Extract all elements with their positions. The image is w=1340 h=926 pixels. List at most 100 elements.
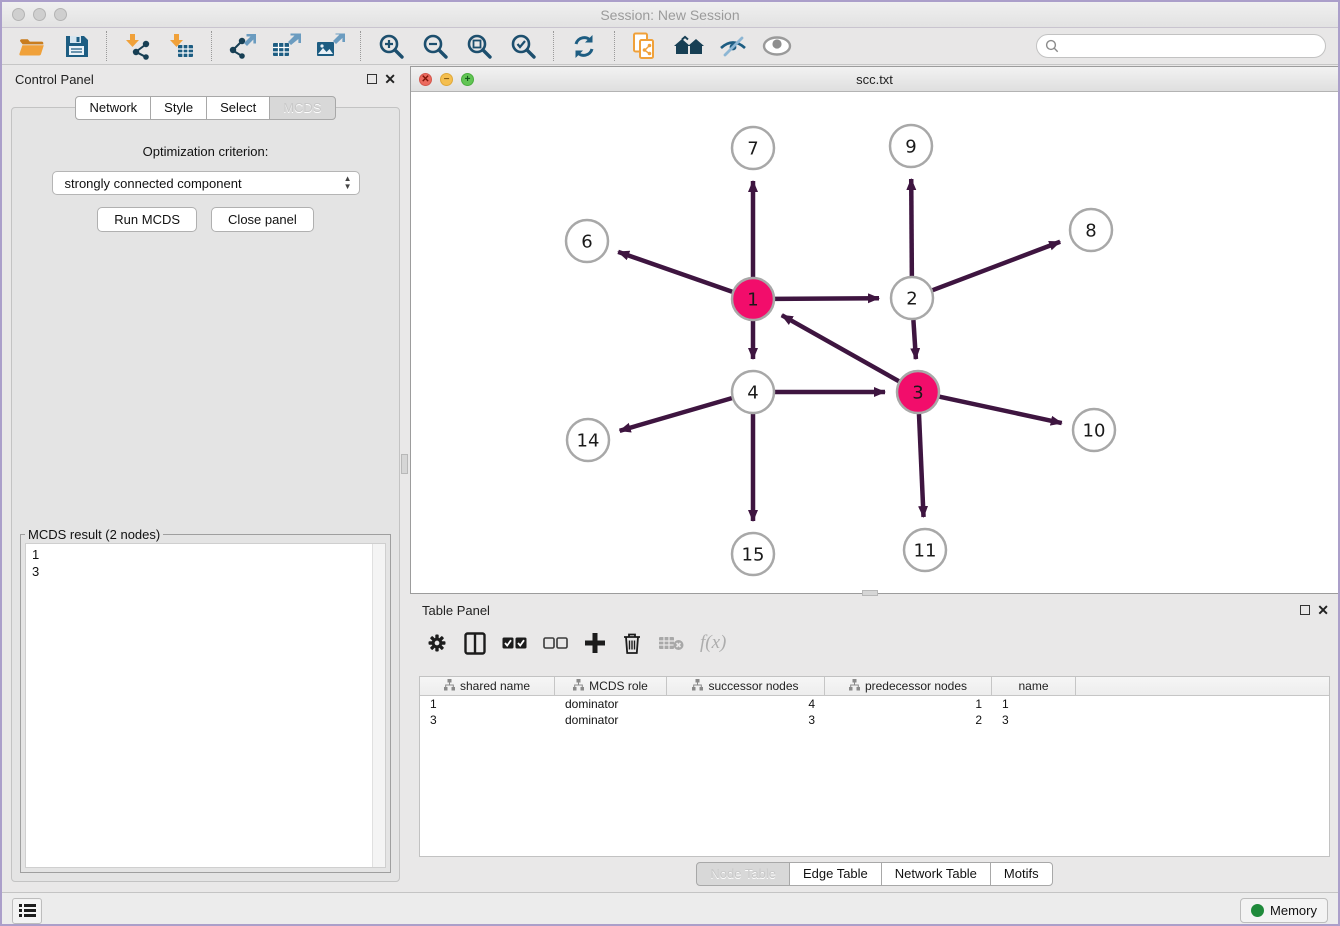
- select-all-columns-icon[interactable]: [502, 637, 527, 649]
- first-neighbors-icon[interactable]: [672, 31, 706, 61]
- close-table-panel-icon[interactable]: ✕: [1317, 605, 1329, 615]
- hierarchy-icon: [692, 679, 703, 694]
- app-window: Session: New Session: [0, 0, 1340, 926]
- export-table-icon[interactable]: [269, 31, 303, 61]
- search-field[interactable]: [1036, 34, 1326, 58]
- edge-3-1[interactable]: [782, 315, 899, 381]
- control-panel-tabs: NetworkStyleSelectMCDS: [5, 96, 406, 120]
- optimization-criterion-label: Optimization criterion:: [12, 144, 399, 159]
- close-panel-icon[interactable]: ✕: [384, 74, 396, 84]
- hide-selected-icon[interactable]: [716, 31, 750, 61]
- network-canvas[interactable]: 7968124314101511: [411, 92, 1338, 593]
- zoom-fit-icon[interactable]: [462, 31, 496, 61]
- export-image-icon[interactable]: [313, 31, 347, 61]
- split-pane-icon[interactable]: [464, 632, 486, 655]
- node-label-11: 11: [914, 540, 937, 561]
- run-mcds-button[interactable]: Run MCDS: [97, 207, 197, 232]
- app-titlebar: Session: New Session: [2, 2, 1338, 28]
- edge-3-11[interactable]: [919, 414, 924, 517]
- horizontal-splitter-handle[interactable]: [862, 590, 878, 596]
- tab-node-table[interactable]: Node Table: [696, 862, 790, 886]
- import-network-icon[interactable]: [120, 31, 154, 61]
- task-history-button[interactable]: [12, 898, 42, 924]
- node-label-15: 15: [742, 544, 765, 565]
- import-table-icon[interactable]: [164, 31, 198, 61]
- control-panel: Control Panel ✕ NetworkStyleSelectMCDS O…: [5, 66, 406, 886]
- node-label-3: 3: [912, 382, 923, 403]
- vertical-splitter-handle[interactable]: [401, 454, 408, 474]
- tab-mcds[interactable]: MCDS: [269, 96, 335, 120]
- memory-button[interactable]: Memory: [1240, 898, 1328, 923]
- cell-MCDS-role[interactable]: dominator: [555, 697, 667, 711]
- cell-successor-nodes[interactable]: 4: [667, 697, 825, 711]
- close-panel-button[interactable]: Close panel: [211, 207, 314, 232]
- edge-4-14[interactable]: [620, 398, 732, 431]
- search-input[interactable]: [1059, 36, 1325, 56]
- unselect-all-columns-icon[interactable]: [543, 637, 568, 649]
- float-table-panel-icon[interactable]: [1300, 605, 1310, 615]
- cell-shared-name[interactable]: 1: [420, 697, 555, 711]
- cell-successor-nodes[interactable]: 3: [667, 713, 825, 727]
- tab-select[interactable]: Select: [206, 96, 270, 120]
- cell-predecessor-nodes[interactable]: 1: [825, 697, 992, 711]
- result-scrollbar[interactable]: [372, 544, 385, 867]
- node-label-8: 8: [1085, 220, 1096, 241]
- function-builder-icon[interactable]: f(x): [700, 632, 726, 654]
- list-icon: [19, 903, 36, 918]
- column-settings-gear-icon[interactable]: [426, 632, 448, 654]
- column-header-MCDS-role[interactable]: MCDS role: [555, 677, 667, 695]
- refresh-icon[interactable]: [567, 31, 601, 61]
- cell-name[interactable]: 1: [992, 697, 1076, 711]
- criterion-value: strongly connected component: [65, 176, 242, 191]
- zoom-selected-icon[interactable]: [506, 31, 540, 61]
- tab-edge-table[interactable]: Edge Table: [789, 862, 882, 886]
- hierarchy-icon: [444, 679, 455, 694]
- network-window-titlebar[interactable]: ✕ − + scc.txt: [411, 67, 1338, 92]
- open-session-icon[interactable]: [15, 31, 49, 61]
- edge-2-9[interactable]: [911, 179, 912, 276]
- network-from-document-icon[interactable]: [628, 31, 662, 61]
- cell-MCDS-role[interactable]: dominator: [555, 713, 667, 727]
- zoom-out-icon[interactable]: [418, 31, 452, 61]
- cell-shared-name[interactable]: 3: [420, 713, 555, 727]
- zoom-in-icon[interactable]: [374, 31, 408, 61]
- edge-2-8[interactable]: [933, 242, 1061, 290]
- tab-motifs[interactable]: Motifs: [990, 862, 1053, 886]
- node-table[interactable]: shared nameMCDS rolesuccessor nodesprede…: [419, 676, 1330, 857]
- memory-status-icon: [1251, 904, 1264, 917]
- tab-network[interactable]: Network: [75, 96, 151, 120]
- tab-network-table[interactable]: Network Table: [881, 862, 991, 886]
- cell-predecessor-nodes[interactable]: 2: [825, 713, 992, 727]
- criterion-select[interactable]: strongly connected component ▲▼: [52, 171, 360, 195]
- column-header-shared-name[interactable]: shared name: [420, 677, 555, 695]
- column-header-successor-nodes[interactable]: successor nodes: [667, 677, 825, 695]
- edge-1-2[interactable]: [775, 298, 879, 299]
- cell-name[interactable]: 3: [992, 713, 1076, 727]
- network-view-window: ✕ − + scc.txt 7968124314101511: [410, 66, 1339, 594]
- main-toolbar: [2, 28, 1338, 65]
- mcds-result-list: 1 3: [26, 544, 372, 867]
- save-session-icon[interactable]: [59, 31, 93, 61]
- hierarchy-icon: [849, 679, 860, 694]
- toolbar-separator: [360, 31, 361, 61]
- edge-1-6[interactable]: [618, 252, 732, 292]
- edge-3-10[interactable]: [940, 397, 1062, 423]
- column-header-predecessor-nodes[interactable]: predecessor nodes: [825, 677, 992, 695]
- network-title: scc.txt: [411, 72, 1338, 87]
- mcds-result-fieldset: MCDS result (2 nodes) 1 3: [20, 534, 391, 873]
- float-panel-icon[interactable]: [367, 74, 377, 84]
- toolbar-separator: [553, 31, 554, 61]
- tab-style[interactable]: Style: [150, 96, 207, 120]
- add-column-icon[interactable]: [584, 632, 606, 654]
- column-header-name[interactable]: name: [992, 677, 1076, 695]
- hierarchy-icon: [573, 679, 584, 694]
- export-network-icon[interactable]: [225, 31, 259, 61]
- table-row[interactable]: 1dominator411: [420, 696, 1329, 712]
- delete-table-icon[interactable]: [658, 635, 684, 651]
- delete-column-icon[interactable]: [622, 632, 642, 655]
- table-row[interactable]: 3dominator323: [420, 712, 1329, 728]
- control-panel-title: Control Panel: [5, 72, 94, 87]
- mcds-result-title: MCDS result (2 nodes): [25, 527, 163, 542]
- edge-2-3[interactable]: [913, 320, 915, 359]
- show-all-icon[interactable]: [760, 31, 794, 61]
